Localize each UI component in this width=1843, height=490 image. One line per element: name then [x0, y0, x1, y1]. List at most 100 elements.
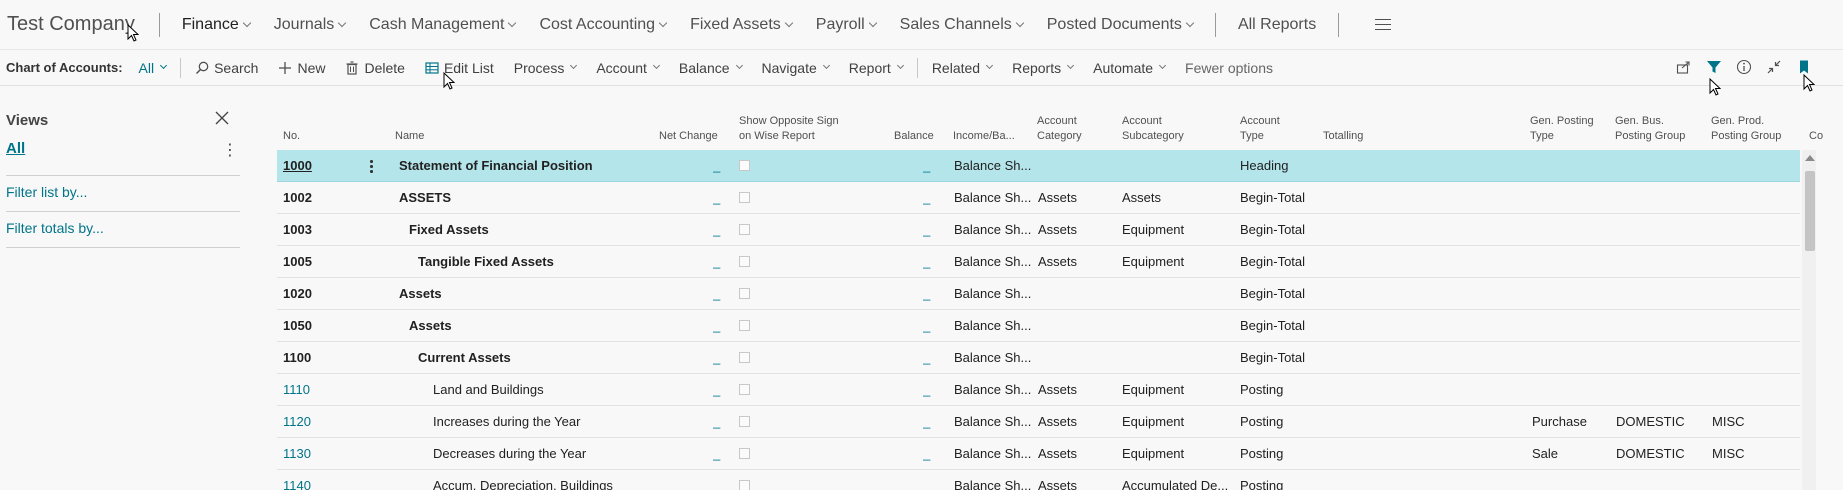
reports-menu[interactable]: Reports — [1012, 60, 1075, 76]
opposite-sign-checkbox[interactable] — [739, 470, 753, 490]
header-account-type[interactable]: Account Type — [1240, 114, 1280, 144]
net-change-value[interactable]: _ — [713, 374, 723, 406]
net-change-value[interactable]: _ — [713, 278, 723, 310]
account-no[interactable]: 1050 — [283, 310, 363, 342]
balance-value[interactable]: _ — [923, 470, 933, 490]
opposite-sign-checkbox[interactable] — [739, 406, 753, 438]
nav-all-reports[interactable]: All Reports — [1238, 16, 1316, 34]
account-menu[interactable]: Account — [596, 60, 660, 76]
nav-cash-management[interactable]: Cash Management — [369, 16, 517, 34]
balance-value[interactable]: _ — [923, 406, 933, 438]
table-row[interactable]: 1110 Land and Buildings _ _ Balance Sh..… — [277, 374, 1800, 406]
header-gen-bus-posting-group[interactable]: Gen. Bus. Posting Group — [1615, 114, 1685, 144]
nav-payroll[interactable]: Payroll — [816, 16, 877, 34]
new-button[interactable]: New — [278, 60, 325, 76]
header-gen-posting-type[interactable]: Gen. Posting Type — [1530, 114, 1594, 144]
related-menu[interactable]: Related — [932, 60, 994, 76]
opposite-sign-checkbox[interactable] — [739, 214, 753, 246]
table-row[interactable]: 1050 Assets _ _ Balance Sh... Begin-Tota… — [277, 310, 1800, 342]
info-button[interactable] — [1735, 58, 1753, 76]
balance-value[interactable]: _ — [923, 278, 933, 310]
opposite-sign-checkbox[interactable] — [739, 438, 753, 470]
filter-totals-link[interactable]: Filter totals by... — [6, 220, 104, 236]
close-icon[interactable] — [214, 110, 230, 126]
nav-cost-accounting[interactable]: Cost Accounting — [539, 16, 668, 34]
balance-value[interactable]: _ — [923, 150, 933, 182]
net-change-value[interactable]: _ — [713, 246, 723, 278]
nav-posted-documents[interactable]: Posted Documents — [1047, 16, 1195, 34]
balance-value[interactable]: _ — [923, 246, 933, 278]
account-no[interactable]: 1110 — [283, 374, 363, 406]
share-button[interactable] — [1675, 58, 1693, 76]
delete-button[interactable]: Delete — [345, 60, 405, 76]
company-name[interactable]: Test Company — [7, 13, 135, 36]
table-row[interactable]: 1020 Assets _ _ Balance Sh... Begin-Tota… — [277, 278, 1800, 310]
table-row[interactable]: 1005 Tangible Fixed Assets _ _ Balance S… — [277, 246, 1800, 278]
table-row[interactable]: 1100 Current Assets _ _ Balance Sh... Be… — [277, 342, 1800, 374]
nav-fixed-assets[interactable]: Fixed Assets — [690, 16, 794, 34]
header-totalling[interactable]: Totalling — [1323, 129, 1363, 144]
account-no[interactable]: 1005 — [283, 246, 363, 278]
header-next-column[interactable]: Co — [1809, 129, 1829, 144]
balance-value[interactable]: _ — [923, 342, 933, 374]
row-actions-icon[interactable] — [369, 158, 373, 174]
account-no[interactable]: 1120 — [283, 406, 363, 438]
opposite-sign-checkbox[interactable] — [739, 182, 753, 214]
account-no[interactable]: 1140 — [283, 470, 363, 490]
header-name[interactable]: Name — [395, 129, 424, 144]
scroll-up-arrow-icon[interactable] — [1805, 155, 1815, 161]
account-no[interactable]: 1100 — [283, 342, 363, 374]
chart-filter-dropdown[interactable]: All — [139, 60, 168, 76]
balance-value[interactable]: _ — [923, 310, 933, 342]
collapse-button[interactable] — [1765, 58, 1783, 76]
opposite-sign-checkbox[interactable] — [739, 374, 753, 406]
nav-journals[interactable]: Journals — [274, 16, 347, 34]
header-balance[interactable]: Balance — [894, 129, 934, 144]
net-change-value[interactable]: _ — [713, 214, 723, 246]
header-gen-prod-posting-group[interactable]: Gen. Prod. Posting Group — [1711, 114, 1781, 144]
scrollbar-thumb[interactable] — [1805, 171, 1815, 251]
balance-value[interactable]: _ — [923, 182, 933, 214]
process-menu[interactable]: Process — [514, 60, 578, 76]
report-menu[interactable]: Report — [849, 60, 904, 76]
opposite-sign-checkbox[interactable] — [739, 246, 753, 278]
more-options-icon[interactable]: ⋮ — [222, 140, 238, 160]
automate-menu[interactable]: Automate — [1093, 60, 1167, 76]
nav-sales-channels[interactable]: Sales Channels — [900, 16, 1024, 34]
search-button[interactable]: Search — [195, 60, 258, 76]
opposite-sign-checkbox[interactable] — [739, 278, 753, 310]
account-no[interactable]: 1130 — [283, 438, 363, 470]
account-no[interactable]: 1020 — [283, 278, 363, 310]
account-no[interactable]: 1002 — [283, 182, 363, 214]
header-account-subcategory[interactable]: Account Subcategory — [1122, 114, 1184, 144]
view-all-link[interactable]: All — [6, 140, 25, 157]
header-net-change[interactable]: Net Change — [659, 129, 718, 144]
header-no[interactable]: No. — [283, 129, 300, 144]
filter-list-link[interactable]: Filter list by... — [6, 184, 87, 200]
net-change-value[interactable]: _ — [713, 182, 723, 214]
opposite-sign-checkbox[interactable] — [739, 150, 753, 182]
header-account-category[interactable]: Account Category — [1037, 114, 1082, 144]
table-row[interactable]: 1003 Fixed Assets _ _ Balance Sh... Asse… — [277, 214, 1800, 246]
net-change-value[interactable]: _ — [713, 470, 723, 490]
net-change-value[interactable]: _ — [713, 342, 723, 374]
hamburger-menu-icon[interactable] — [1375, 18, 1392, 31]
table-row[interactable]: 1000 Statement of Financial Position _ _… — [277, 150, 1800, 182]
opposite-sign-checkbox[interactable] — [739, 310, 753, 342]
balance-value[interactable]: _ — [923, 214, 933, 246]
net-change-value[interactable]: _ — [713, 438, 723, 470]
fewer-options-button[interactable]: Fewer options — [1185, 60, 1273, 76]
table-row[interactable]: 1120 Increases during the Year _ _ Balan… — [277, 406, 1800, 438]
net-change-value[interactable]: _ — [713, 406, 723, 438]
net-change-value[interactable]: _ — [713, 310, 723, 342]
net-change-value[interactable]: _ — [713, 150, 723, 182]
table-row[interactable]: 1140 Accum. Depreciation, Buildings _ _ … — [277, 470, 1800, 490]
navigate-menu[interactable]: Navigate — [762, 60, 830, 76]
edit-list-button[interactable]: Edit List — [425, 60, 494, 76]
balance-value[interactable]: _ — [923, 374, 933, 406]
header-opposite-sign[interactable]: Show Opposite Sign on Wise Report — [739, 114, 839, 144]
nav-finance[interactable]: Finance — [182, 16, 252, 34]
filter-pane-button[interactable] — [1705, 58, 1723, 76]
account-no[interactable]: 1003 — [283, 214, 363, 246]
table-row[interactable]: 1002 ASSETS _ _ Balance Sh... Assets Ass… — [277, 182, 1800, 214]
